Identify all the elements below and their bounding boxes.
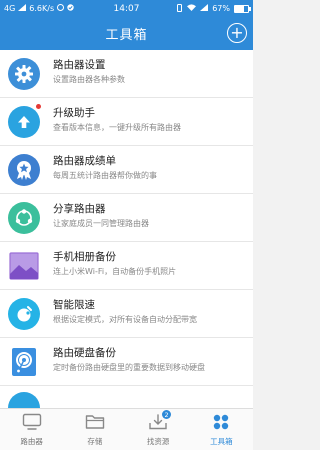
resource-count-badge: 2: [162, 410, 172, 419]
tab-label: 工具箱: [210, 437, 233, 446]
tool-name: 智能限速: [53, 299, 95, 311]
gear-icon: [8, 58, 40, 90]
tab-find-resources[interactable]: 2 找资源: [127, 409, 190, 450]
update-dot: [36, 104, 41, 109]
tab-label: 存储: [87, 437, 103, 446]
tool-item-router-settings[interactable]: 路由器设置 设置路由器各种参数: [0, 50, 253, 98]
folder-icon: [85, 413, 105, 435]
tool-item-disk-backup[interactable]: 路由硬盘备份 定时备份路由硬盘里的重要数据到移动硬盘: [0, 338, 253, 386]
tab-toolbox[interactable]: 工具箱: [190, 409, 253, 450]
tool-desc: 定时备份路由硬盘里的重要数据到移动硬盘: [53, 363, 205, 372]
tool-desc: 根据设定模式，对所有设备自动分配带宽: [53, 315, 197, 324]
tool-item-upgrade-assistant[interactable]: 升级助手 查看版本信息，一键升级所有路由器: [0, 98, 253, 146]
tool-item-smart-speed-limit[interactable]: 智能限速 根据设定模式，对所有设备自动分配带宽: [0, 290, 253, 338]
tool-name: 升级助手: [53, 107, 95, 119]
clock: 14:07: [113, 3, 140, 14]
tool-name: 路由器设置: [53, 59, 106, 71]
photo-album-icon: [8, 250, 40, 282]
tab-router[interactable]: 路由器: [0, 409, 63, 450]
title-bar: 工具箱 +: [0, 17, 253, 50]
star-medal-icon: [8, 154, 40, 186]
tab-label: 找资源: [146, 437, 170, 446]
plus-icon: +: [230, 23, 244, 42]
tab-storage[interactable]: 存储: [63, 409, 126, 450]
upgrade-arrow-icon: [8, 106, 40, 138]
share-icon: [8, 202, 40, 234]
monitor-icon: [22, 413, 42, 435]
tool-desc: 每周五统计路由器帮你做的事: [53, 171, 157, 180]
tool-desc: 连上小米Wi-Fi，自动备份手机照片: [53, 267, 177, 276]
toolbox-grid-icon: [211, 413, 231, 435]
download-icon: 2: [148, 410, 172, 435]
tool-desc: 让家庭成员一同管理路由器: [53, 219, 149, 228]
status-bar: 4G 6.6K/s 14:07 67%: [0, 0, 253, 17]
speed-limit-icon: [8, 298, 40, 330]
bottom-tab-bar: 路由器 存储 2 找资源 工具箱: [0, 408, 253, 450]
tool-name: 手机相册备份: [53, 251, 116, 263]
add-button[interactable]: +: [227, 23, 247, 43]
tool-name: 路由硬盘备份: [53, 347, 116, 359]
disk-backup-icon: [8, 346, 40, 378]
battery-icon: [234, 4, 251, 13]
page-title: 工具箱: [105, 28, 148, 43]
tool-item-share-router[interactable]: 分享路由器 让家庭成员一同管理路由器: [0, 194, 253, 242]
tool-name: 路由器成绩单: [53, 155, 116, 167]
tool-item-router-report[interactable]: 路由器成绩单 每周五统计路由器帮你做的事: [0, 146, 253, 194]
tool-desc: 查看版本信息，一键升级所有路由器: [53, 123, 181, 132]
tool-desc: 设置路由器各种参数: [53, 75, 125, 84]
tool-name: 分享路由器: [53, 203, 106, 215]
tool-item-photo-backup[interactable]: 手机相册备份 连上小米Wi-Fi，自动备份手机照片: [0, 242, 253, 290]
tool-list: 路由器设置 设置路由器各种参数 升级助手 查看版本信息，一键升级所有路由器 路由…: [0, 50, 253, 428]
tab-label: 路由器: [20, 437, 43, 446]
